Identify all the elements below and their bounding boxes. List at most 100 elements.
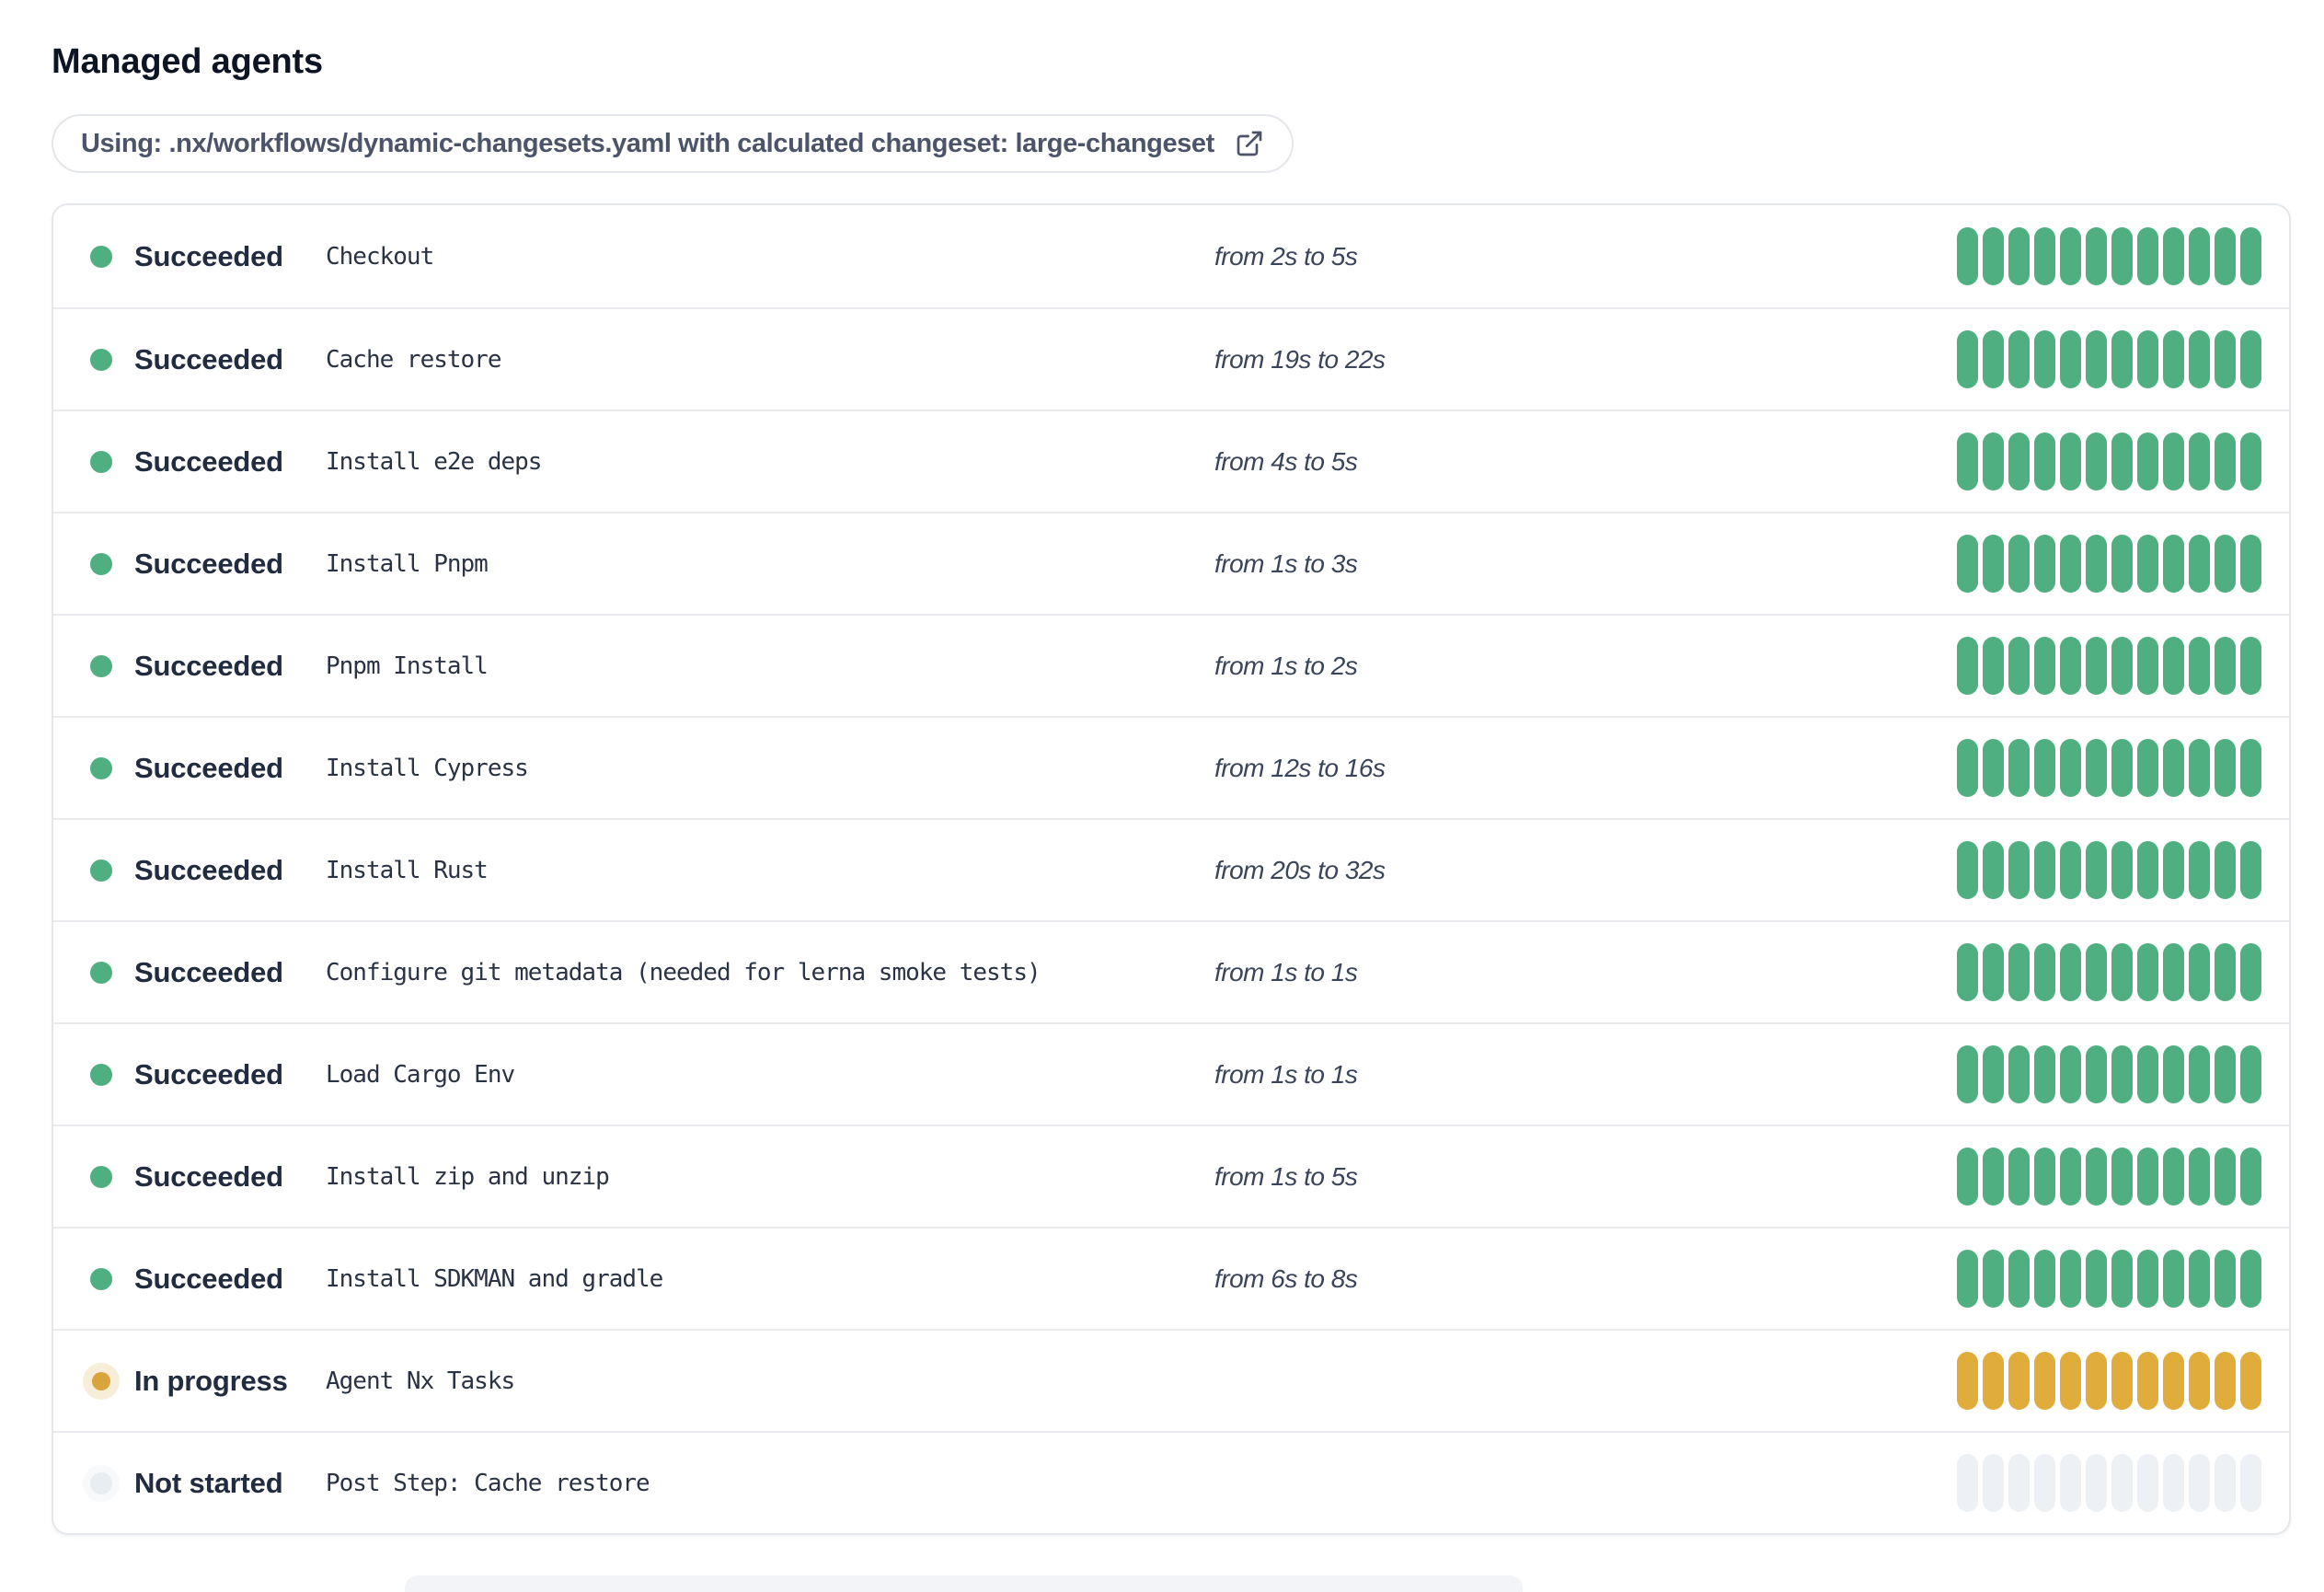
progress-segment (1983, 227, 2004, 285)
status-cell: Succeeded (53, 650, 326, 683)
progress-segment (2215, 227, 2236, 285)
progress-segment (2086, 1352, 2107, 1410)
status-cell: Succeeded (53, 1160, 326, 1194)
progress-segment (1957, 1250, 1978, 1308)
progress-segment (1983, 433, 2004, 490)
progress-segment (2086, 637, 2107, 695)
progress-segment (2163, 1148, 2184, 1206)
progress-segment (2111, 1045, 2133, 1103)
progress-segment (2137, 637, 2158, 695)
progress-segment (2240, 535, 2261, 593)
agent-row: In progress Agent Nx Tasks (53, 1329, 2289, 1431)
progress-segment (2215, 330, 2236, 388)
progress-segment (2086, 943, 2107, 1001)
progress-segment (2008, 227, 2030, 285)
progress-segment (2240, 637, 2261, 695)
progress-segment (2137, 1250, 2158, 1308)
progress-segment (2215, 433, 2236, 490)
progress-segment (2240, 1045, 2261, 1103)
progress-segment (2008, 535, 2030, 593)
status-label: In progress (134, 1364, 288, 1397)
progress-segment (2189, 1250, 2210, 1308)
step-cell: Post Step: Cache restore (326, 1470, 1214, 1497)
step-cell: Agent Nx Tasks (326, 1367, 1214, 1395)
status-dot (90, 1063, 112, 1086)
progress-segment (1983, 1148, 2004, 1206)
progress-segment (2060, 535, 2081, 593)
progress-segment (2034, 433, 2055, 490)
duration-cell: from 6s to 8s (1214, 1264, 1957, 1294)
status-dot (90, 1267, 112, 1290)
progress-segment (2086, 330, 2107, 388)
progress-segment (2111, 1250, 2133, 1308)
status-dot (90, 450, 112, 473)
step-name: Install e2e deps (326, 447, 542, 476)
progress-segment (2008, 1352, 2030, 1410)
step-name: Install SDKMAN and gradle (326, 1264, 663, 1293)
progress-segment (2034, 739, 2055, 797)
progress-segment (2111, 1454, 2133, 1512)
progress-segment (2215, 1250, 2236, 1308)
status-cell: Succeeded (53, 854, 326, 887)
agent-progress-bar (1957, 1148, 2289, 1206)
progress-segment (2060, 330, 2081, 388)
agent-progress-bar (1957, 330, 2289, 388)
agent-progress-bar (1957, 433, 2289, 490)
workflow-banner-link[interactable]: Using: .nx/workflows/dynamic-changesets.… (52, 114, 1294, 173)
progress-segment (2163, 1352, 2184, 1410)
progress-segment (2137, 1045, 2158, 1103)
progress-segment (2008, 1148, 2030, 1206)
external-link-icon (1235, 129, 1264, 158)
progress-segment (2215, 637, 2236, 695)
duration-cell: from 1s to 1s (1214, 958, 1957, 987)
status-label: Succeeded (134, 547, 283, 580)
progress-segment (1983, 943, 2004, 1001)
agent-row: Succeeded Install zip and unzip from 1s … (53, 1125, 2289, 1227)
page-title: Managed agents (52, 42, 323, 81)
progress-segment (2034, 1148, 2055, 1206)
progress-segment (2189, 330, 2210, 388)
progress-segment (2240, 1148, 2261, 1206)
step-name: Install Pnpm (326, 549, 489, 578)
progress-segment (2008, 433, 2030, 490)
duration-cell: from 4s to 5s (1214, 447, 1957, 477)
agent-progress-bar (1957, 1045, 2289, 1103)
progress-segment (1957, 1148, 1978, 1206)
status-dot (90, 1471, 112, 1494)
progress-segment (2163, 227, 2184, 285)
step-duration: from 2s to 5s (1214, 241, 1358, 271)
status-dot (90, 245, 112, 268)
status-cell: Not started (53, 1467, 326, 1500)
progress-segment (1957, 433, 1978, 490)
progress-segment (2189, 1148, 2210, 1206)
progress-segment (2060, 1250, 2081, 1308)
agent-row: Succeeded Checkout from 2s to 5s (53, 205, 2289, 307)
progress-segment (2137, 1352, 2158, 1410)
step-cell: Install Cypress (326, 755, 1214, 782)
progress-segment (2008, 1454, 2030, 1512)
agent-progress-bar (1957, 637, 2289, 695)
progress-segment (1983, 1250, 2004, 1308)
progress-segment (2137, 1454, 2158, 1512)
progress-segment (1957, 637, 1978, 695)
progress-segment (2189, 739, 2210, 797)
duration-cell: from 1s to 5s (1214, 1162, 1957, 1192)
duration-cell: from 2s to 5s (1214, 242, 1957, 271)
progress-segment (2240, 330, 2261, 388)
duration-cell: from 1s to 3s (1214, 549, 1957, 579)
agent-row: Succeeded Cache restore from 19s to 22s (53, 307, 2289, 410)
status-label: Succeeded (134, 342, 283, 375)
step-name: Agent Nx Tasks (326, 1367, 515, 1395)
progress-segment (2111, 535, 2133, 593)
progress-segment (2008, 1250, 2030, 1308)
agent-row: Succeeded Install SDKMAN and gradle from… (53, 1227, 2289, 1329)
status-label: Not started (134, 1466, 283, 1499)
agent-progress-bar (1957, 739, 2289, 797)
progress-segment (1957, 1045, 1978, 1103)
progress-segment (2111, 433, 2133, 490)
progress-segment (2060, 433, 2081, 490)
progress-segment (2111, 1148, 2133, 1206)
progress-segment (2215, 1045, 2236, 1103)
step-name: Cache restore (326, 345, 501, 374)
progress-segment (1983, 841, 2004, 899)
